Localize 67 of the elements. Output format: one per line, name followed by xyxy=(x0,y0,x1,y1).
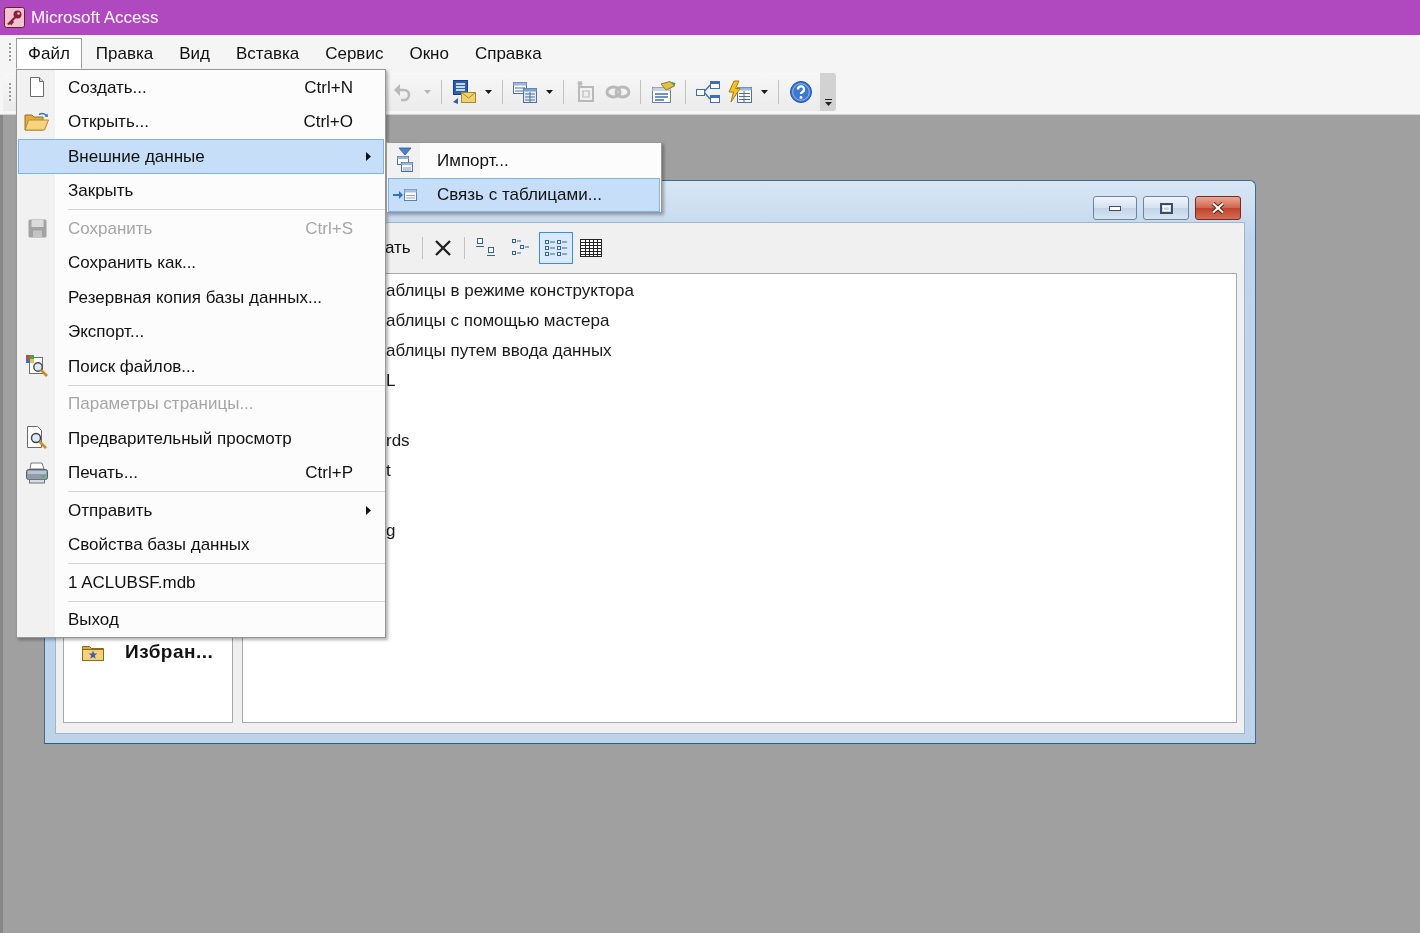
list-item[interactable]: L xyxy=(386,368,396,394)
objects-bar-item[interactable]: Избран... xyxy=(64,640,232,664)
card-icon xyxy=(650,79,676,104)
delete-icon xyxy=(432,238,453,258)
page-icon xyxy=(29,77,45,98)
list-item[interactable]: аблицы путем ввода данных xyxy=(386,338,612,364)
star-folder-icon xyxy=(82,643,104,661)
menu-item[interactable]: Предварительный просмотр xyxy=(18,421,384,456)
menu-item[interactable]: Внешние данные xyxy=(18,139,384,174)
shortcut-text: Ctrl+P xyxy=(305,462,353,484)
minimize-icon xyxy=(1109,205,1121,211)
tables-icon xyxy=(512,79,538,104)
connected-boxes-icon xyxy=(695,79,721,104)
menu-item[interactable]: Файл xyxy=(16,38,82,69)
menu-item[interactable]: Вид xyxy=(167,38,222,69)
page-magnifier-icon xyxy=(25,354,49,379)
shortcut-text: Ctrl+O xyxy=(303,111,353,133)
help-icon xyxy=(789,79,813,104)
menu-item[interactable]: Связь с таблицами... xyxy=(388,177,660,212)
list-item[interactable]: g xyxy=(386,518,396,544)
caret-icon xyxy=(824,98,832,106)
menu-item[interactable]: Свойства базы данных xyxy=(18,527,384,562)
arrow-tables-icon xyxy=(395,147,414,174)
details-view-icon xyxy=(578,237,603,259)
menu-item[interactable]: Закрыть xyxy=(18,173,384,208)
page-magnifier-icon xyxy=(26,426,48,451)
menu-item[interactable]: Создать... Ctrl+N xyxy=(18,70,384,105)
shortcut-text: Ctrl+N xyxy=(304,76,353,99)
menu-item[interactable]: Сервис xyxy=(313,38,396,69)
open-folder-icon xyxy=(24,111,50,133)
menu-item[interactable]: Вставка xyxy=(224,38,312,69)
maximize-icon xyxy=(1159,202,1173,214)
menu-item[interactable]: Печать... Ctrl+P xyxy=(18,455,384,490)
toolbar-options-button[interactable] xyxy=(820,72,836,111)
arrow-table-icon xyxy=(391,187,418,202)
menu-item[interactable]: Открыть... Ctrl+O xyxy=(18,104,384,139)
printer-icon xyxy=(25,461,49,484)
document-envelope-icon xyxy=(451,78,477,105)
list-view-icon xyxy=(543,237,568,259)
window-title: Microsoft Access xyxy=(31,9,159,26)
list-item[interactable]: аблицы в режиме конструктора xyxy=(386,278,634,304)
maximize-button[interactable] xyxy=(1143,196,1189,220)
menu-item[interactable]: Выход xyxy=(18,602,384,637)
key-tile-icon xyxy=(4,7,25,28)
menu-item[interactable]: Поиск файлов... xyxy=(18,349,384,384)
view-button[interactable] xyxy=(538,232,573,264)
menu-item[interactable]: Экспорт... xyxy=(18,314,384,349)
menu-item[interactable]: Импорт... xyxy=(388,143,660,178)
close-icon xyxy=(1211,202,1225,214)
menu-item[interactable]: Правка xyxy=(83,38,166,69)
menu-item[interactable]: Сохранить как... xyxy=(18,245,384,280)
menu-item[interactable]: Справка xyxy=(462,38,554,69)
lightning-table-icon xyxy=(727,79,753,104)
menu-item[interactable]: Отправить xyxy=(18,493,384,528)
list-item[interactable]: t xyxy=(386,458,391,484)
menu-item[interactable]: Резервная копия базы данных... xyxy=(18,280,384,315)
minimize-button[interactable] xyxy=(1093,196,1137,220)
large-icons-icon xyxy=(473,237,498,259)
list-item[interactable]: аблицы с помощью мастера xyxy=(386,308,610,334)
grip-handle[interactable] xyxy=(8,81,12,102)
toolbar-button[interactable]: ать xyxy=(385,234,411,262)
close-button[interactable] xyxy=(1195,196,1241,220)
menu-item[interactable]: Окно xyxy=(397,38,461,69)
grip-handle[interactable] xyxy=(8,42,12,62)
menu-item[interactable]: 1 ACLUBSF.mdb xyxy=(18,565,384,600)
list-item[interactable]: rds xyxy=(386,428,410,454)
shortcut-text: Ctrl+S xyxy=(305,217,353,240)
